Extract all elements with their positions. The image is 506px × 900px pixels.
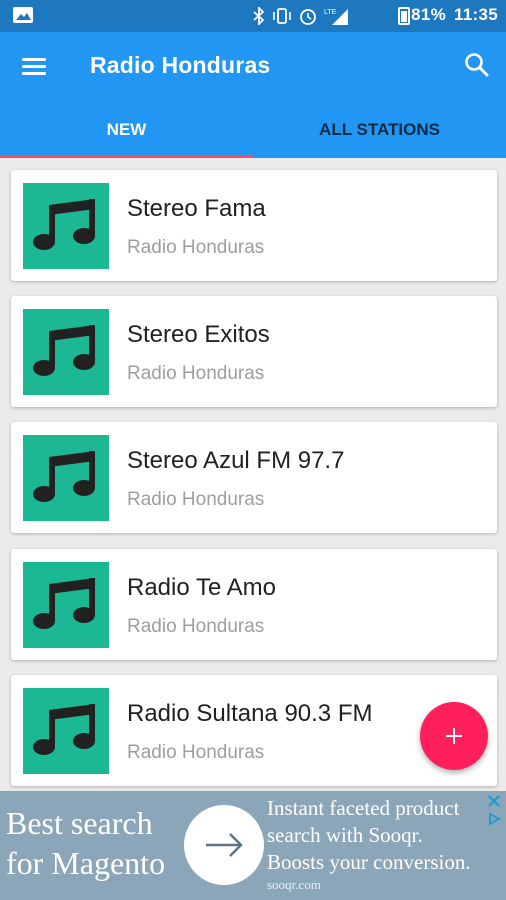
ad-domain: sooqr.com	[267, 877, 321, 892]
station-name: Radio Te Amo	[127, 574, 276, 601]
tab-label: NEW	[106, 120, 147, 139]
menu-icon[interactable]	[18, 52, 52, 80]
tab-indicator	[0, 155, 253, 158]
ad-body-line: Boosts your conversion.	[267, 850, 471, 874]
bluetooth-icon	[253, 7, 265, 25]
add-fab-button[interactable]	[420, 702, 488, 770]
station-name: Stereo Exitos	[127, 321, 270, 348]
tab-new[interactable]: NEW	[0, 112, 253, 158]
ad-headline-line: Best search	[6, 805, 153, 841]
signal-icon: LTE	[324, 9, 348, 25]
music-note-icon	[23, 309, 109, 395]
station-name: Radio Sultana 90.3 FM	[127, 700, 373, 727]
station-subtitle: Radio Honduras	[127, 237, 265, 258]
ad-body: Instant faceted product search with Sooq…	[267, 795, 471, 876]
battery-percent: 81%	[411, 5, 446, 24]
page-title: Radio Honduras	[90, 52, 271, 78]
ad-headline-line: for Magento	[6, 845, 166, 881]
ad-arrow-button[interactable]	[184, 805, 264, 885]
station-subtitle: Radio Honduras	[127, 616, 265, 637]
station-card[interactable]: Radio Te Amo Radio Honduras	[11, 549, 497, 660]
ad-body-line: Instant faceted product	[267, 796, 460, 820]
clock: 11:35	[453, 5, 498, 24]
station-subtitle: Radio Honduras	[127, 742, 265, 763]
alarm-icon	[300, 9, 316, 25]
station-card[interactable]: Stereo Exitos Radio Honduras	[11, 296, 497, 407]
music-note-icon	[23, 688, 109, 774]
vibrate-icon	[273, 8, 291, 24]
arrow-right-icon	[206, 833, 243, 857]
ad-banner[interactable]: Best search for Magento Instant faceted …	[0, 791, 506, 900]
ad-headline: Best search for Magento	[6, 803, 165, 883]
app-bar: Radio Honduras NEW ALL STATIONS	[0, 32, 506, 158]
tab-label: ALL STATIONS	[319, 120, 440, 139]
battery-icon	[398, 7, 410, 25]
svg-text:LTE: LTE	[324, 9, 337, 16]
image-icon	[13, 7, 33, 23]
tab-bar: NEW ALL STATIONS	[0, 112, 506, 158]
station-name: Stereo Fama	[127, 195, 266, 222]
music-note-icon	[23, 435, 109, 521]
station-name: Stereo Azul FM 97.7	[127, 447, 345, 474]
station-subtitle: Radio Honduras	[127, 489, 265, 510]
music-note-icon	[23, 562, 109, 648]
music-note-icon	[23, 183, 109, 269]
station-card[interactable]: Stereo Azul FM 97.7 Radio Honduras	[11, 422, 497, 533]
station-subtitle: Radio Honduras	[127, 363, 265, 384]
ad-choices-icon[interactable]	[486, 811, 502, 827]
station-card[interactable]: Stereo Fama Radio Honduras	[11, 170, 497, 281]
close-icon[interactable]	[486, 793, 502, 809]
tab-all-stations[interactable]: ALL STATIONS	[253, 112, 506, 158]
status-bar: LTE 81% 11:35	[0, 0, 506, 32]
ad-body-line: search with Sooqr.	[267, 823, 423, 847]
search-icon[interactable]	[462, 50, 492, 80]
